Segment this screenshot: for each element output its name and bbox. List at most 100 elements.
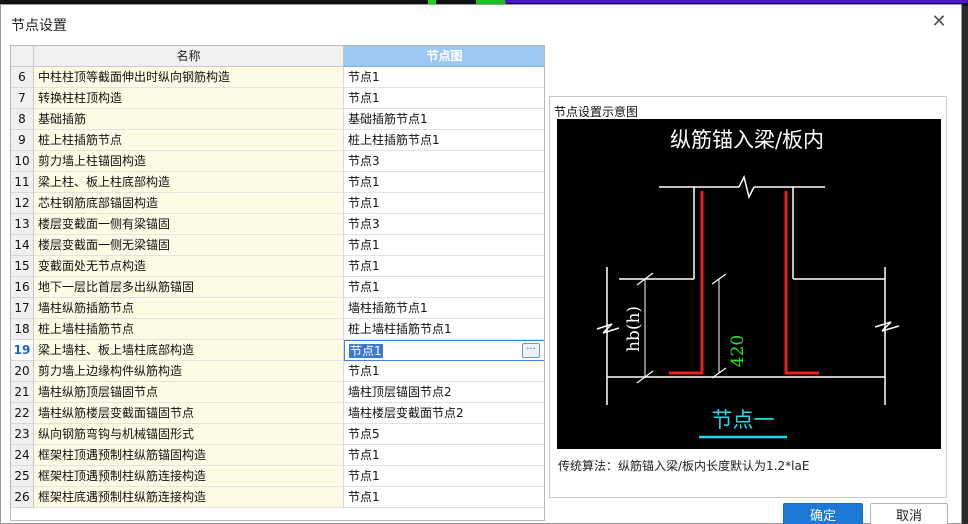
row-number[interactable]: 8	[11, 109, 34, 130]
row-node-cell[interactable]: 墙柱插筋节点1	[344, 298, 544, 319]
row-name-cell[interactable]: 框架柱底遇预制柱纵筋连接构造	[34, 487, 344, 508]
row-node-cell[interactable]: 节点1	[344, 277, 544, 298]
row-name-cell[interactable]: 转换柱柱顶构造	[34, 88, 344, 109]
row-name-cell[interactable]: 框架柱顶遇预制柱纵筋锚固构造	[34, 445, 344, 466]
table-row[interactable]: 19 梁上墙柱、板上墙柱底部构造 节点1 ···	[11, 340, 544, 361]
table-row[interactable]: 24 框架柱顶遇预制柱纵筋锚固构造 节点1	[11, 445, 544, 466]
row-number[interactable]: 18	[11, 319, 34, 340]
row-number[interactable]: 6	[11, 67, 34, 88]
row-node-cell[interactable]: 节点3	[344, 151, 544, 172]
table-row[interactable]: 21 墙柱纵筋顶层锚固节点 墙柱顶层锚固节点2	[11, 382, 544, 403]
row-node-cell[interactable]: 桩上柱插筋节点1	[344, 130, 544, 151]
row-name-cell[interactable]: 芯柱钢筋底部锚固构造	[34, 193, 344, 214]
row-name-cell[interactable]: 剪力墙上边缘构件纵筋构造	[34, 361, 344, 382]
row-number[interactable]: 10	[11, 151, 34, 172]
row-name-cell[interactable]: 墙柱纵筋插筋节点	[34, 298, 344, 319]
table-row[interactable]: 20 剪力墙上边缘构件纵筋构造 节点1	[11, 361, 544, 382]
row-number[interactable]: 16	[11, 277, 34, 298]
row-name-cell[interactable]: 梁上柱、板上柱底部构造	[34, 172, 344, 193]
row-number[interactable]: 13	[11, 214, 34, 235]
row-name-cell[interactable]: 地下一层比首层多出纵筋锚固	[34, 277, 344, 298]
table-row[interactable]: 13 楼层变截面一侧有梁锚固 节点3	[11, 214, 544, 235]
header-name[interactable]: 名称	[34, 46, 344, 67]
row-name-cell[interactable]: 墙柱纵筋楼层变截面锚固节点	[34, 403, 344, 424]
row-number[interactable]: 15	[11, 256, 34, 277]
row-number[interactable]: 12	[11, 193, 34, 214]
row-number[interactable]: 14	[11, 235, 34, 256]
row-number[interactable]: 24	[11, 445, 34, 466]
row-node-cell[interactable]: 节点3	[344, 214, 544, 235]
dimension-value: 420	[728, 335, 748, 367]
diagram-title: 纵筋锚入梁/板内	[670, 128, 824, 152]
rebar-left	[669, 191, 704, 375]
diagram-preview-panel: 节点设置示意图 纵筋锚入梁/板内 hb(h) 420 节点一 传统算法：纵筋锚入…	[549, 96, 947, 498]
row-number[interactable]: 7	[11, 88, 34, 109]
row-name-cell[interactable]: 桩上柱插筋节点	[34, 130, 344, 151]
table-row[interactable]: 17 墙柱纵筋插筋节点 墙柱插筋节点1	[11, 298, 544, 319]
row-node-cell[interactable]: 节点1	[344, 466, 544, 487]
row-node-cell[interactable]: 节点1	[344, 487, 544, 508]
row-number[interactable]: 19	[11, 340, 34, 361]
table-row[interactable]: 7 转换柱柱顶构造 节点1	[11, 88, 544, 109]
table-row[interactable]: 25 框架柱顶遇预制柱纵筋连接构造 节点1	[11, 466, 544, 487]
row-node-cell[interactable]: 节点1	[344, 235, 544, 256]
row-number[interactable]: 17	[11, 298, 34, 319]
row-node-cell[interactable]: 节点1	[344, 67, 544, 88]
ellipsis-icon[interactable]: ···	[522, 343, 540, 358]
table-row[interactable]: 10 剪力墙上柱锚固构造 节点3	[11, 151, 544, 172]
dimension-hb: hb(h)	[624, 306, 644, 352]
node-settings-table: 名称 节点图 6 中柱柱顶等截面伸出时纵向钢筋构造 节点1 7 转换柱柱顶构造 节点1 8 基…	[10, 45, 545, 521]
row-name-cell[interactable]: 变截面处无节点构造	[34, 256, 344, 277]
row-number[interactable]: 26	[11, 487, 34, 508]
row-number[interactable]: 21	[11, 382, 34, 403]
table-row[interactable]: 15 变截面处无节点构造 节点1	[11, 256, 544, 277]
row-node-cell[interactable]: 墙柱顶层锚固节点2	[344, 382, 544, 403]
row-node-cell[interactable]: 节点1 ···	[344, 340, 544, 361]
row-node-cell[interactable]: 节点1	[344, 193, 544, 214]
node-caption: 节点一	[712, 408, 775, 432]
row-name-cell[interactable]: 剪力墙上柱锚固构造	[34, 151, 344, 172]
row-number[interactable]: 9	[11, 130, 34, 151]
row-node-cell[interactable]: 桩上墙柱插筋节点1	[344, 319, 544, 340]
table-row[interactable]: 11 梁上柱、板上柱底部构造 节点1	[11, 172, 544, 193]
row-node-cell[interactable]: 基础插筋节点1	[344, 109, 544, 130]
table-row[interactable]: 23 纵向钢筋弯钩与机械锚固形式 节点5	[11, 424, 544, 445]
row-name-cell[interactable]: 纵向钢筋弯钩与机械锚固形式	[34, 424, 344, 445]
row-node-cell[interactable]: 节点1	[344, 445, 544, 466]
row-node-cell[interactable]: 节点1	[344, 88, 544, 109]
cancel-button[interactable]: 取消	[870, 503, 948, 524]
node-diagram: 纵筋锚入梁/板内 hb(h) 420 节点一	[596, 128, 900, 439]
close-icon[interactable]: ✕	[929, 12, 949, 32]
row-name-cell[interactable]: 框架柱顶遇预制柱纵筋连接构造	[34, 466, 344, 487]
table-row[interactable]: 16 地下一层比首层多出纵筋锚固 节点1	[11, 277, 544, 298]
table-row[interactable]: 9 桩上柱插筋节点 桩上柱插筋节点1	[11, 130, 544, 151]
row-node-cell[interactable]: 节点1	[344, 256, 544, 277]
row-name-cell[interactable]: 楼层变截面一侧无梁锚固	[34, 235, 344, 256]
table-row[interactable]: 12 芯柱钢筋底部锚固构造 节点1	[11, 193, 544, 214]
table-row[interactable]: 22 墙柱纵筋楼层变截面锚固节点 墙柱楼层变截面节点2	[11, 403, 544, 424]
row-number[interactable]: 23	[11, 424, 34, 445]
header-node-diagram[interactable]: 节点图	[344, 46, 544, 67]
row-number[interactable]: 22	[11, 403, 34, 424]
table-header: 名称 节点图	[11, 46, 544, 67]
table-row[interactable]: 26 框架柱底遇预制柱纵筋连接构造 节点1	[11, 487, 544, 508]
row-node-cell[interactable]: 墙柱楼层变截面节点2	[344, 403, 544, 424]
row-node-cell[interactable]: 节点1	[344, 172, 544, 193]
table-row[interactable]: 8 基础插筋 基础插筋节点1	[11, 109, 544, 130]
ok-button[interactable]: 确定	[783, 503, 863, 524]
row-node-cell[interactable]: 节点5	[344, 424, 544, 445]
row-name-cell[interactable]: 墙柱纵筋顶层锚固节点	[34, 382, 344, 403]
row-name-cell[interactable]: 桩上墙柱插筋节点	[34, 319, 344, 340]
table-row[interactable]: 18 桩上墙柱插筋节点 桩上墙柱插筋节点1	[11, 319, 544, 340]
row-name-cell[interactable]: 中柱柱顶等截面伸出时纵向钢筋构造	[34, 67, 344, 88]
row-number[interactable]: 20	[11, 361, 34, 382]
row-name-cell[interactable]: 基础插筋	[34, 109, 344, 130]
row-name-cell[interactable]: 楼层变截面一侧有梁锚固	[34, 214, 344, 235]
node-value-editor[interactable]: 节点1	[349, 344, 383, 358]
table-row[interactable]: 14 楼层变截面一侧无梁锚固 节点1	[11, 235, 544, 256]
row-number[interactable]: 25	[11, 466, 34, 487]
row-node-cell[interactable]: 节点1	[344, 361, 544, 382]
row-name-cell[interactable]: 梁上墙柱、板上墙柱底部构造	[34, 340, 344, 361]
table-row[interactable]: 6 中柱柱顶等截面伸出时纵向钢筋构造 节点1	[11, 67, 544, 88]
row-number[interactable]: 11	[11, 172, 34, 193]
